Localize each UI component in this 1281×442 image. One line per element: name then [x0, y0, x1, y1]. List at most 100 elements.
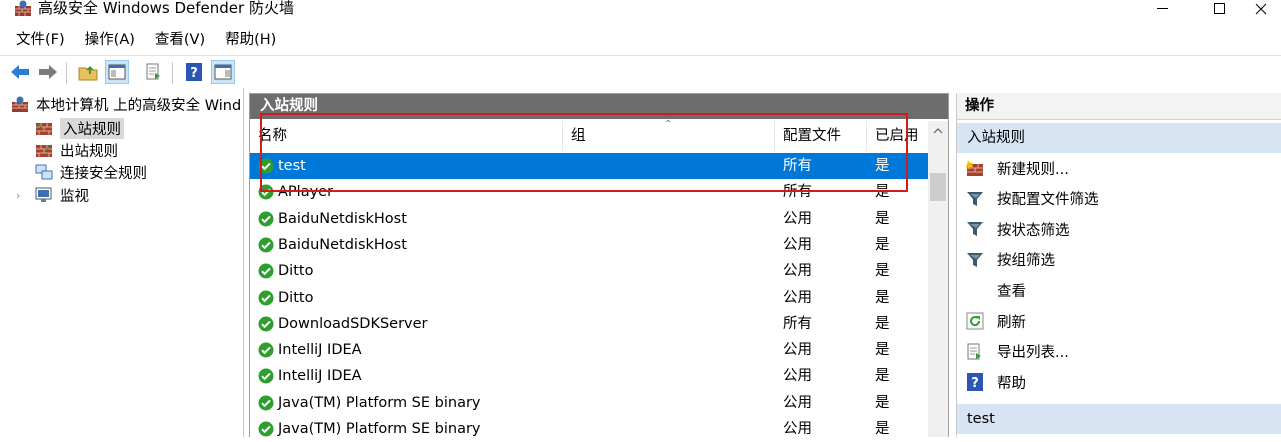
- table-row[interactable]: BaiduNetdiskHost 公用 是: [250, 232, 928, 258]
- cell-name: BaiduNetdiskHost: [278, 210, 407, 227]
- cell-profile: 公用: [783, 394, 812, 411]
- cell-enabled: 是: [875, 158, 890, 174]
- table-row[interactable]: IntelliJ IDEA 公用 是: [250, 337, 928, 363]
- actions-section-inbound[interactable]: 入站规则: [957, 123, 1281, 153]
- cell-name: IntelliJ IDEA: [278, 368, 362, 385]
- tree-item-monitoring[interactable]: › 监视: [16, 184, 89, 206]
- cell-profile: 所有: [783, 158, 812, 174]
- column-header-enabled[interactable]: 已启用: [867, 121, 928, 151]
- column-header-name[interactable]: 名称: [250, 121, 563, 151]
- cell-enabled: 是: [875, 368, 890, 385]
- scrollbar-thumb[interactable]: [930, 173, 946, 201]
- tree-item-connection-security-rules[interactable]: 连接安全规则: [34, 161, 147, 183]
- filter-icon: [965, 219, 985, 239]
- table-row[interactable]: test 所有 是: [250, 153, 928, 179]
- cell-profile: 公用: [783, 236, 812, 253]
- tree-item-label: 入站规则: [60, 117, 124, 139]
- cell-name: Java(TM) Platform SE binary: [278, 394, 481, 411]
- cell-profile: 公用: [783, 289, 812, 306]
- action-item[interactable]: 新建规则...: [957, 153, 1281, 183]
- close-icon[interactable]: [1238, 0, 1281, 18]
- filter-icon: [965, 189, 985, 209]
- table-row[interactable]: BaiduNetdiskHost 公用 是: [250, 206, 928, 232]
- menu-help[interactable]: 帮助(H): [225, 28, 276, 52]
- refresh-icon: [965, 311, 985, 331]
- menu-file[interactable]: 文件(F): [16, 28, 65, 52]
- minimize-icon[interactable]: [1140, 0, 1186, 18]
- menu-view[interactable]: 查看(V): [155, 28, 205, 52]
- cell-name: DownloadSDKServer: [278, 315, 428, 332]
- action-label: 按组筛选: [997, 253, 1055, 270]
- action-item[interactable]: 按配置文件筛选: [957, 184, 1281, 214]
- menu-action[interactable]: 操作(A): [85, 28, 135, 52]
- cell-enabled: 是: [875, 236, 890, 253]
- table-row[interactable]: Ditto 公用 是: [250, 258, 928, 284]
- action-label: 新建规则...: [997, 161, 1069, 178]
- inbound-rules-icon: [34, 119, 54, 137]
- cell-enabled: 是: [875, 394, 890, 411]
- cell-enabled: 是: [875, 315, 890, 332]
- cell-profile: 公用: [783, 368, 812, 385]
- action-label: 查看: [997, 283, 1026, 300]
- table-row[interactable]: APlayer 所有 是: [250, 179, 928, 205]
- allow-rule-check-icon: [258, 211, 274, 227]
- table-row[interactable]: Java(TM) Platform SE binary 公用 是: [250, 390, 928, 416]
- cell-profile: 公用: [783, 263, 812, 280]
- cell-enabled: 是: [875, 342, 890, 359]
- action-label: 按配置文件筛选: [997, 192, 1099, 209]
- cell-name: APlayer: [278, 184, 334, 201]
- help-icon[interactable]: ?: [182, 60, 206, 84]
- action-item[interactable]: 刷新: [957, 306, 1281, 336]
- allow-rule-check-icon: [258, 184, 274, 200]
- export-list-icon[interactable]: [142, 60, 166, 84]
- panel-title: 入站规则: [250, 94, 948, 119]
- filter-icon: [965, 250, 985, 270]
- show-hide-console-tree-icon[interactable]: [105, 60, 129, 84]
- action-item[interactable]: 按组筛选: [957, 245, 1281, 275]
- action-label: 按状态筛选: [997, 222, 1070, 239]
- tree-root[interactable]: 本地计算机 上的高级安全 Wind: [10, 93, 241, 115]
- allow-rule-check-icon: [258, 395, 274, 411]
- action-label: 导出列表...: [997, 345, 1069, 362]
- back-arrow-icon[interactable]: [8, 60, 32, 84]
- cell-profile: 公用: [783, 210, 812, 227]
- actions-pane: 操作 入站规则 新建规则... 按配置文件筛选 按状态筛选 按组筛选 查看 刷新 导出列表.…: [956, 93, 1281, 437]
- table-row[interactable]: DownloadSDKServer 所有 是: [250, 311, 928, 337]
- action-item[interactable]: 按状态筛选: [957, 214, 1281, 244]
- cell-name: Ditto: [278, 289, 314, 306]
- table-row[interactable]: Java(TM) Platform SE binary 公用 是: [250, 416, 928, 442]
- sort-caret-icon: ⌃: [664, 119, 673, 130]
- maximize-icon[interactable]: [1197, 0, 1243, 18]
- cell-enabled: 是: [875, 263, 890, 280]
- up-folder-icon[interactable]: [76, 60, 100, 84]
- action-label: 刷新: [997, 314, 1026, 331]
- table-row[interactable]: Ditto 公用 是: [250, 285, 928, 311]
- action-item[interactable]: 导出列表...: [957, 337, 1281, 367]
- actions-section-selected[interactable]: test: [957, 404, 1281, 434]
- table-row[interactable]: IntelliJ IDEA 公用 是: [250, 363, 928, 389]
- cell-profile: 所有: [783, 315, 812, 332]
- action-item[interactable]: ? 帮助: [957, 367, 1281, 397]
- show-hide-action-pane-icon[interactable]: [211, 60, 235, 84]
- chevron-right-icon[interactable]: ›: [16, 189, 28, 202]
- allow-rule-check-icon: [258, 263, 274, 279]
- allow-rule-check-icon: [258, 368, 274, 384]
- title-bar: 高级安全 Windows Defender 防火墙: [0, 0, 1281, 24]
- tree-item-outbound-rules[interactable]: 出站规则: [34, 139, 118, 161]
- allow-rule-check-icon: [258, 290, 274, 306]
- allow-rule-check-icon: [258, 316, 274, 332]
- cell-profile: 所有: [783, 184, 812, 201]
- scroll-up-arrow-icon[interactable]: [928, 121, 948, 141]
- column-header-profile[interactable]: 配置文件: [775, 121, 867, 151]
- forward-arrow-icon[interactable]: [36, 60, 60, 84]
- action-item[interactable]: 查看: [957, 275, 1281, 305]
- tree-item-inbound-rules[interactable]: 入站规则: [34, 117, 124, 139]
- vertical-scrollbar[interactable]: [928, 121, 948, 437]
- allow-rule-check-icon: [258, 237, 274, 253]
- blank-icon: [965, 280, 985, 300]
- help-icon: ?: [965, 372, 985, 392]
- new-rule-icon: [965, 158, 985, 178]
- cell-name: Ditto: [278, 263, 314, 280]
- cell-name: BaiduNetdiskHost: [278, 236, 407, 253]
- tree-item-label: 连接安全规则: [60, 165, 147, 182]
